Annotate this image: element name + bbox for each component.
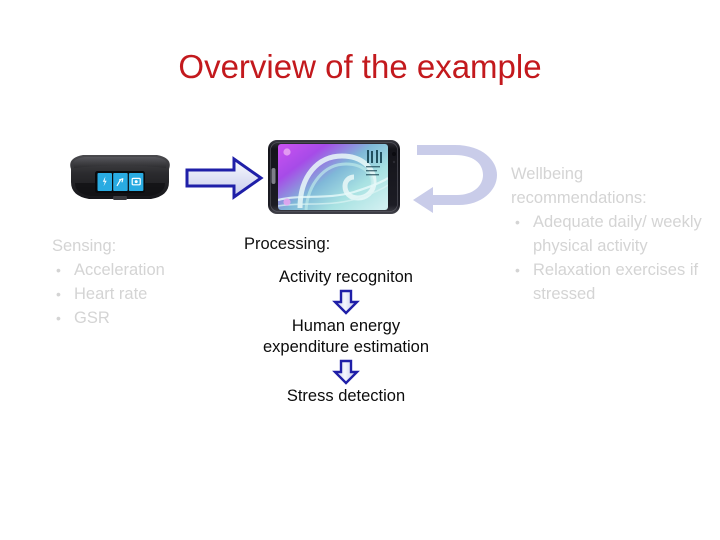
- list-item: • Heart rate: [52, 282, 232, 306]
- sensing-list: • Acceleration • Heart rate • GSR: [52, 258, 232, 330]
- arrow-down-graphic-2: [332, 359, 360, 385]
- sensing-column: Sensing: • Acceleration • Heart rate • G…: [52, 234, 232, 330]
- recommendations-heading: Wellbeing recommendations:: [511, 165, 647, 207]
- curved-loop-arrow-icon: [409, 141, 501, 213]
- bullet-glyph: •: [515, 262, 520, 278]
- smartphone-image: [266, 138, 402, 216]
- recommendations-list: • Adequate daily/ weekly physical activi…: [511, 210, 707, 306]
- phone-camera-icon: [392, 152, 396, 156]
- smartphone-graphic: [268, 140, 400, 214]
- processing-step-energy-expenditure: Human energy expenditure estimation: [262, 317, 429, 356]
- page-title: Overview of the example: [178, 48, 542, 85]
- arrow-down-icon: [238, 358, 454, 386]
- list-item-label: GSR: [74, 309, 110, 327]
- fitness-band-graphic: [70, 155, 170, 200]
- arrow-right-icon: [184, 155, 264, 201]
- processing-column: Processing: Activity recogniton Human en…: [238, 234, 454, 407]
- arrow-right-graphic: [185, 156, 264, 200]
- bullet-glyph: •: [56, 262, 61, 278]
- processing-step-activity-recognition: Activity recogniton: [279, 268, 413, 286]
- arrow-down-graphic-1: [332, 289, 360, 315]
- recommendations-column: Wellbeing recommendations: • Adequate da…: [511, 162, 707, 306]
- bullet-glyph: •: [56, 286, 61, 302]
- bullet-glyph: •: [515, 214, 520, 230]
- list-item-label: Acceleration: [74, 261, 165, 279]
- list-item: • Acceleration: [52, 258, 232, 282]
- curved-loop-arrow-graphic: [413, 145, 497, 213]
- bullet-glyph: •: [56, 310, 61, 326]
- arrow-down-icon: [238, 288, 454, 316]
- sensing-heading: Sensing:: [52, 237, 117, 255]
- list-item-label: Adequate daily/ weekly physical activity: [533, 213, 702, 255]
- list-item-label: Relaxation exercises if stressed: [533, 261, 699, 303]
- phone-earpiece: [271, 168, 276, 184]
- list-item-label: Heart rate: [74, 285, 148, 303]
- processing-step-stress-detection: Stress detection: [286, 387, 406, 405]
- list-item: • Adequate daily/ weekly physical activi…: [511, 210, 707, 258]
- fitness-band-image: [61, 149, 179, 207]
- processing-heading: Processing:: [244, 235, 331, 253]
- list-item: • Relaxation exercises if stressed: [511, 258, 707, 306]
- list-item: • GSR: [52, 306, 232, 330]
